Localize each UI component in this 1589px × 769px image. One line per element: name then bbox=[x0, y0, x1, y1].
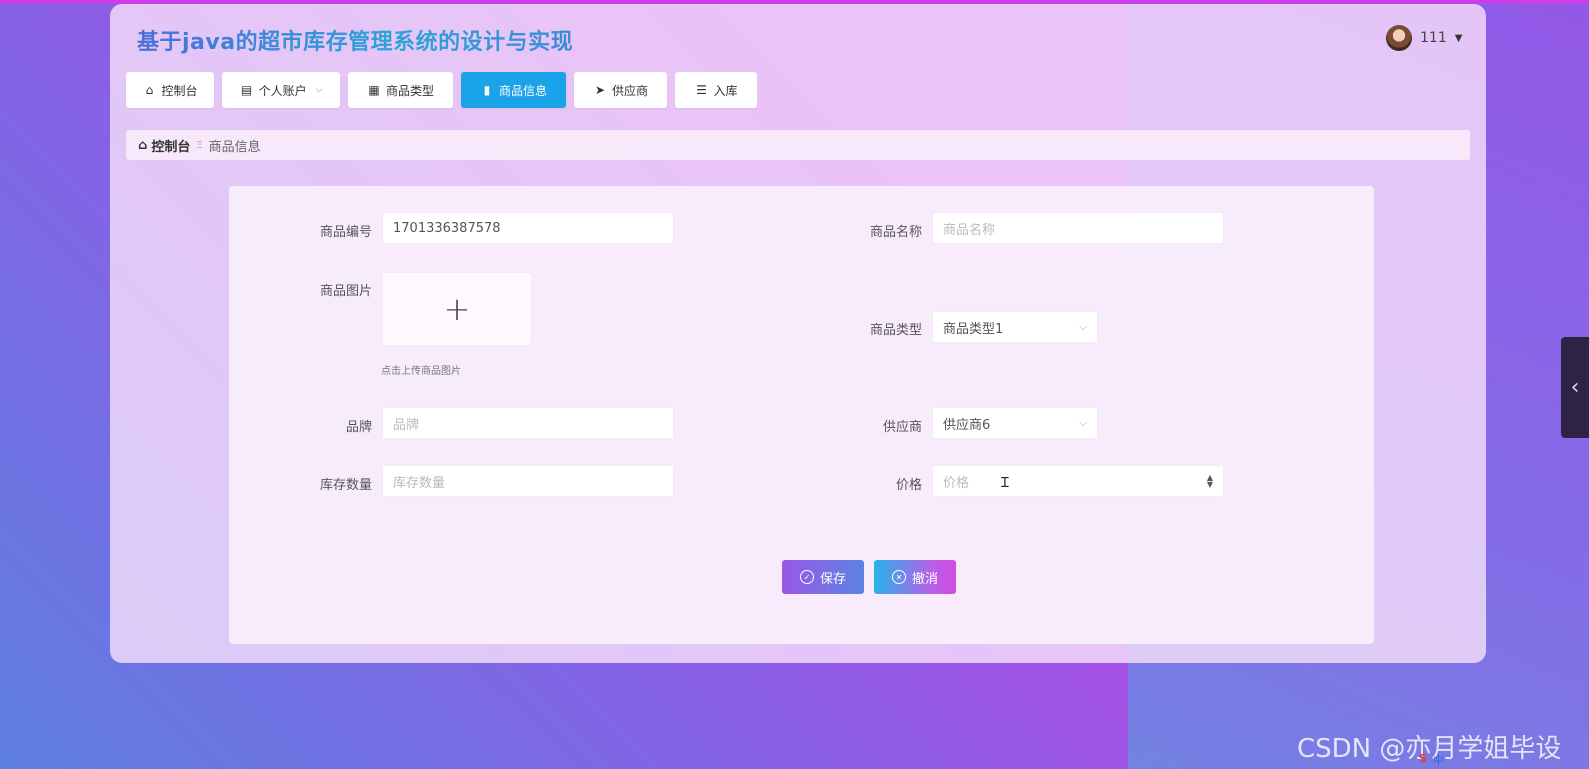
chevron-down-icon: ⌵ bbox=[1079, 321, 1087, 333]
nav-item-product-info[interactable]: ▮ 商品信息 bbox=[461, 72, 566, 108]
nav-item-console[interactable]: ⌂ 控制台 bbox=[126, 72, 214, 108]
image-label: 商品图片 bbox=[319, 284, 372, 299]
brand-input[interactable]: 品牌 bbox=[382, 407, 674, 439]
clipboard-icon: ▮ bbox=[483, 83, 491, 97]
breadcrumb-current: 商品信息 bbox=[208, 139, 261, 155]
top-nav: ⌂ 控制台 ▤ 个人账户 ⌵ ▦ 商品类型 ▮ 商品信息 ➤ 供应商 ☰ 入库 bbox=[126, 72, 765, 108]
type-label: 商品类型 bbox=[869, 323, 922, 338]
home-icon: ⌂ bbox=[145, 83, 154, 97]
home-icon: ⌂ bbox=[138, 137, 148, 153]
nav-label: 商品信息 bbox=[498, 83, 547, 98]
chevron-down-icon: ⌵ bbox=[1079, 417, 1087, 429]
side-drawer-toggle[interactable]: ‹ bbox=[1561, 337, 1589, 438]
grid-icon: ▦ bbox=[368, 83, 380, 97]
cancel-label: 撤消 bbox=[911, 571, 938, 587]
send-icon: ➤ bbox=[594, 83, 606, 97]
save-label: 保存 bbox=[819, 571, 846, 587]
chevron-down-icon: ⌵ bbox=[315, 85, 323, 95]
ime-language: 中 bbox=[1432, 754, 1444, 767]
number-spinner-icon[interactable]: ▲ ▼ bbox=[1207, 474, 1213, 489]
price-placeholder: 价格 bbox=[943, 475, 970, 491]
upload-tip: 点击上传商品图片 bbox=[381, 366, 461, 377]
breadcrumb-home-label: 控制台 bbox=[151, 139, 191, 155]
nav-label: 供应商 bbox=[611, 83, 648, 98]
chevron-left-icon: ‹ bbox=[1570, 375, 1580, 400]
nav-item-stock-in[interactable]: ☰ 入库 bbox=[675, 72, 757, 108]
stock-label: 库存数量 bbox=[319, 478, 372, 493]
ime-logo: S bbox=[1419, 752, 1427, 765]
check-circle-icon: ✓ bbox=[799, 570, 814, 584]
nav-item-product-type[interactable]: ▦ 商品类型 bbox=[348, 72, 453, 108]
close-circle-icon: ✕ bbox=[891, 570, 906, 584]
price-label: 价格 bbox=[895, 478, 922, 493]
supplier-select[interactable]: 供应商6 ⌵ bbox=[932, 407, 1098, 439]
code-input[interactable]: 1701336387578 bbox=[382, 212, 674, 244]
caret-down-icon: ▼ bbox=[1454, 32, 1463, 44]
app-title: 基于java的超市库存管理系统的设计与实现 bbox=[137, 24, 573, 56]
stock-input[interactable]: 库存数量 bbox=[382, 465, 674, 497]
supplier-label: 供应商 bbox=[882, 420, 922, 435]
breadcrumb-home[interactable]: ⌂ 控制台 bbox=[138, 136, 190, 155]
cancel-button[interactable]: ✕ 撤消 bbox=[874, 560, 956, 594]
sliders-icon: ☰ bbox=[696, 83, 707, 97]
name-input[interactable]: 商品名称 bbox=[932, 212, 1224, 244]
plus-icon: + bbox=[443, 290, 471, 328]
ime-toolbar: S 中 bbox=[1419, 752, 1444, 768]
price-input[interactable]: 价格 ▲ ▼ bbox=[932, 465, 1224, 497]
nav-item-supplier[interactable]: ➤ 供应商 bbox=[574, 72, 667, 108]
nav-label: 控制台 bbox=[161, 83, 198, 98]
nav-label: 商品类型 bbox=[385, 83, 434, 98]
nav-item-account[interactable]: ▤ 个人账户 ⌵ bbox=[222, 72, 340, 108]
breadcrumb: ⌂ 控制台 Ξ 商品信息 bbox=[126, 130, 1470, 160]
avatar bbox=[1386, 25, 1412, 51]
text-cursor-icon: Ɪ bbox=[1001, 475, 1009, 491]
user-menu[interactable]: 111 ▼ bbox=[1386, 24, 1462, 52]
image-upload[interactable]: + bbox=[382, 272, 532, 346]
code-label: 商品编号 bbox=[319, 225, 372, 240]
nav-label: 个人账户 bbox=[258, 83, 307, 98]
breadcrumb-separator: Ξ bbox=[196, 139, 203, 151]
supplier-select-value: 供应商6 bbox=[943, 417, 991, 433]
brand-label: 品牌 bbox=[345, 420, 372, 435]
card-icon: ▤ bbox=[240, 83, 253, 97]
type-select[interactable]: 商品类型1 ⌵ bbox=[932, 311, 1098, 343]
save-button[interactable]: ✓ 保存 bbox=[782, 560, 864, 594]
name-label: 商品名称 bbox=[869, 225, 922, 240]
type-select-value: 商品类型1 bbox=[943, 321, 1004, 337]
user-name: 111 bbox=[1420, 30, 1447, 46]
nav-label: 入库 bbox=[713, 83, 738, 98]
